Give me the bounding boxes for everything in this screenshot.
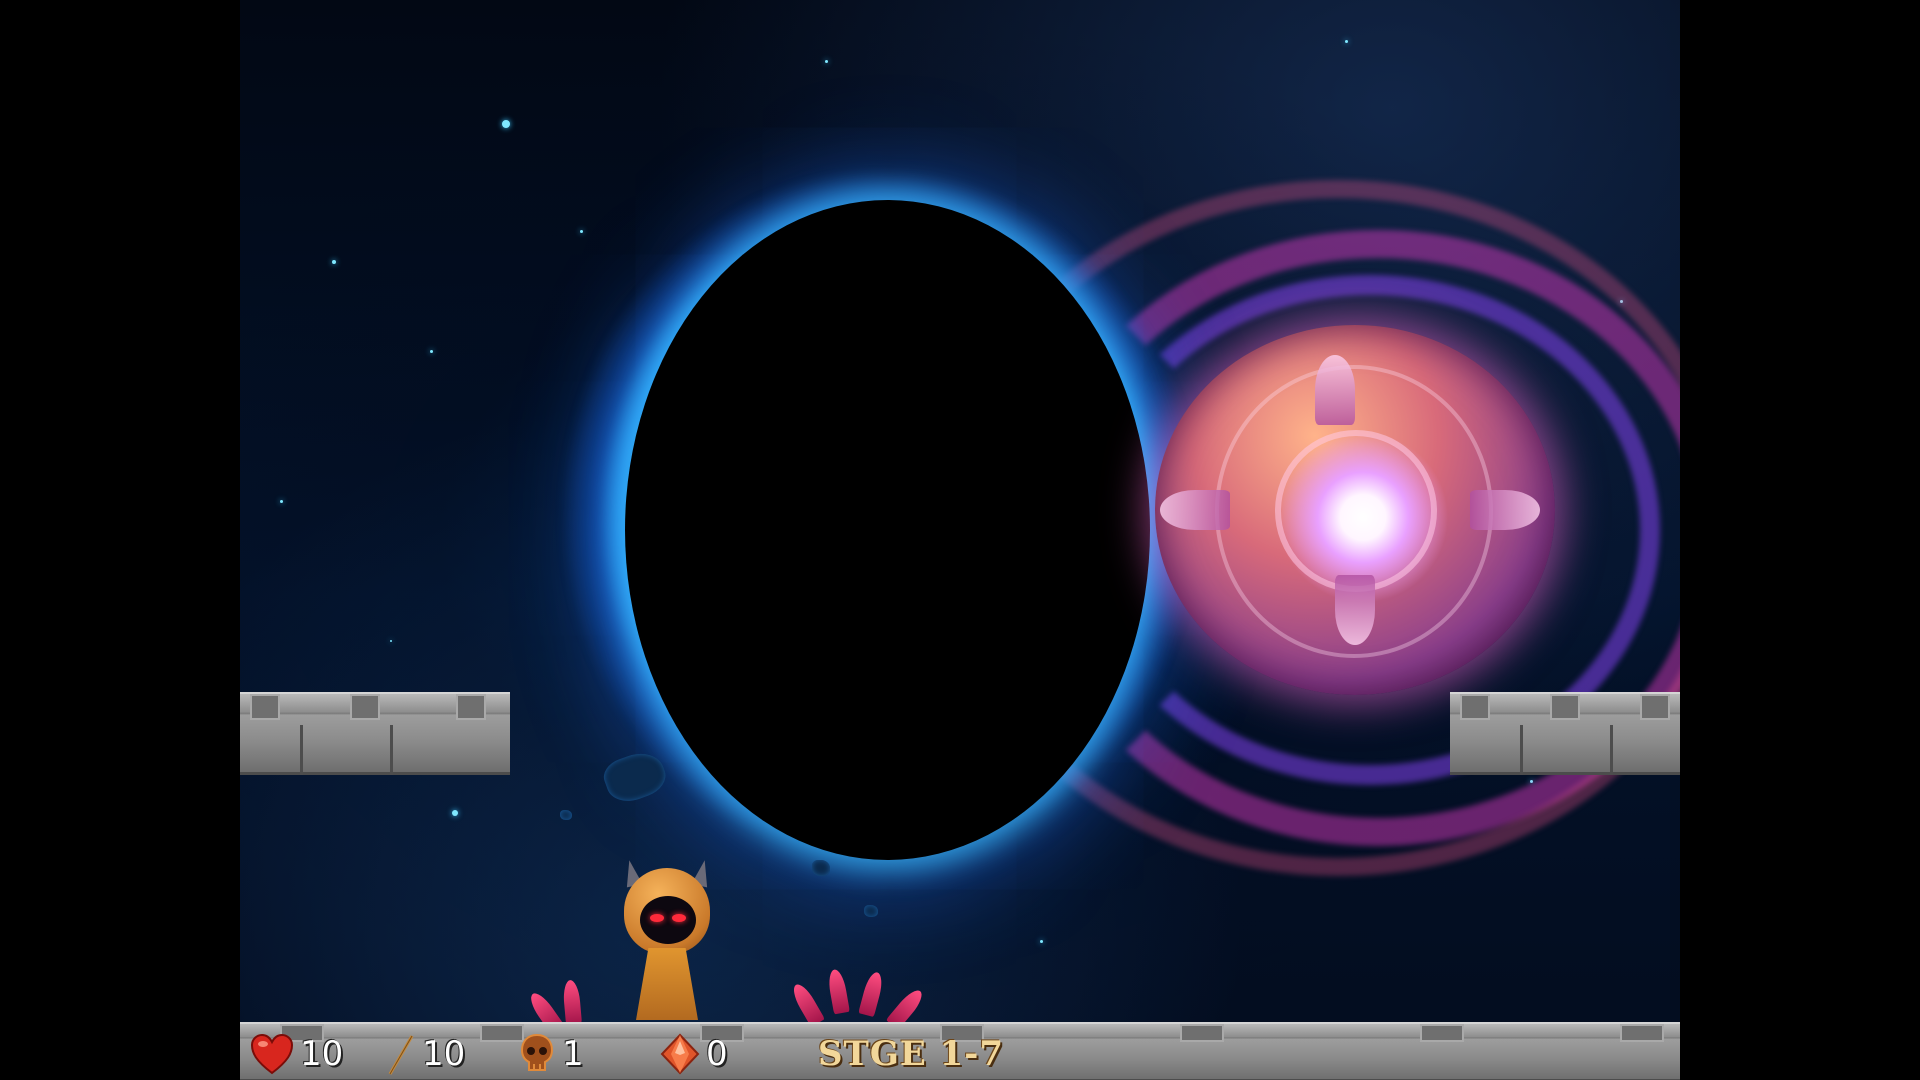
star [280, 500, 283, 503]
stage-label: STGE 1-7 [818, 1034, 1005, 1074]
hud-bar: 10 10 1 0 STGE 1-7 [240, 1028, 1680, 1080]
arrow-icon [388, 1035, 414, 1075]
hud-arrows: 10 [386, 1032, 465, 1076]
gems-count: 0 [706, 1034, 728, 1074]
kills-count: 1 [562, 1034, 584, 1074]
hero-body [636, 948, 698, 1020]
platform-seam [300, 724, 303, 775]
game-viewport: 10 10 1 0 STGE 1-7 [0, 0, 1920, 1080]
plant-leaf [826, 968, 850, 1015]
hud-gems: 0 [660, 1032, 728, 1076]
platform-notch [1460, 694, 1490, 720]
star [452, 810, 458, 816]
game-area: 10 10 1 0 STGE 1-7 [240, 0, 1680, 1080]
platform-notch [250, 694, 280, 720]
orb-boss [1155, 325, 1555, 695]
hero-face [640, 896, 696, 944]
orb-petal [1160, 490, 1230, 530]
platform-notch [456, 694, 486, 720]
rock-debris [560, 810, 572, 820]
platform-notch [1640, 694, 1670, 720]
star [825, 60, 828, 63]
plant-leaf [562, 979, 582, 1025]
stone-platform-right [1450, 692, 1680, 775]
star [390, 640, 392, 642]
rock-debris [864, 905, 878, 917]
hud-lives: 10 [250, 1032, 343, 1076]
platform-seam [1610, 724, 1613, 775]
orb-petal [1470, 490, 1540, 530]
star [430, 350, 433, 353]
plant-left [526, 979, 600, 1035]
lives-count: 10 [300, 1034, 344, 1074]
star [332, 260, 336, 264]
plant-right [789, 965, 940, 1031]
orb-petal [1315, 355, 1355, 425]
hero-character [612, 858, 722, 1020]
hero-eye [672, 914, 686, 922]
star [1040, 940, 1043, 943]
orb-petal [1335, 575, 1375, 645]
platform-seam [390, 724, 393, 775]
star [502, 120, 510, 128]
hero-eye [650, 914, 664, 922]
star [580, 230, 583, 233]
star [1345, 40, 1348, 43]
black-hole [625, 200, 1150, 860]
platform-seam [1520, 724, 1523, 775]
arrows-count: 10 [422, 1034, 466, 1074]
plant-leaf [789, 980, 825, 1027]
stone-platform-left [240, 692, 510, 775]
rock-debris [812, 860, 830, 876]
gem-icon [660, 1033, 700, 1075]
platform-notch [1550, 694, 1580, 720]
platform-notch [350, 694, 380, 720]
skull-icon [520, 1033, 554, 1071]
plant-leaf [858, 970, 886, 1018]
heart-icon [250, 1033, 294, 1075]
hud-kills: 1 [518, 1032, 584, 1076]
